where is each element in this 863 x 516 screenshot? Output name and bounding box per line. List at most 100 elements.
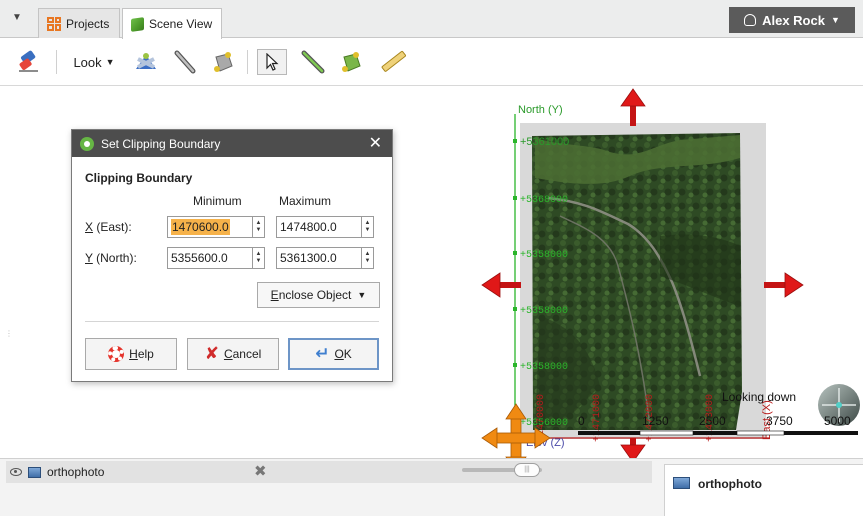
draw-plane-button[interactable] bbox=[130, 49, 162, 75]
scene-cube-icon bbox=[131, 16, 144, 32]
north-tick-marker bbox=[513, 139, 517, 143]
polygon-green-icon bbox=[342, 52, 361, 72]
look-label: Look bbox=[73, 54, 102, 70]
maximum-column-header: Maximum bbox=[279, 194, 332, 208]
y-max-stepper[interactable]: ▲ ▼ bbox=[362, 247, 374, 269]
cancel-button[interactable]: ✘ Cancel bbox=[187, 338, 279, 370]
properties-title: orthophoto bbox=[698, 477, 762, 491]
return-arrow-icon: ↵ bbox=[315, 344, 330, 363]
draw-line-button[interactable] bbox=[170, 49, 200, 75]
image-object-icon bbox=[673, 477, 690, 489]
x-min-input[interactable]: 1470600.0 bbox=[167, 216, 253, 238]
scale-label-3750: 3750 bbox=[766, 414, 793, 428]
scale-label-5000: 5000 bbox=[824, 414, 851, 428]
ruler-tool-button[interactable] bbox=[376, 49, 410, 75]
scene-toolbar: Look ▼ bbox=[0, 39, 863, 86]
red-x-icon: ✘ bbox=[204, 344, 219, 363]
svg-text:+5358000: +5358000 bbox=[520, 362, 568, 373]
move-arrow-right-icon[interactable] bbox=[764, 272, 804, 298]
svg-text:+5358000: +5358000 bbox=[520, 250, 568, 261]
scene-object-row[interactable]: orthophoto ✖ bbox=[6, 461, 652, 483]
north-axis-label: North (Y) bbox=[518, 104, 563, 116]
looking-down-label: Looking down bbox=[722, 390, 796, 404]
dialog-title-bar[interactable]: Set Clipping Boundary ✕ bbox=[72, 130, 392, 157]
scene-object-name: orthophoto bbox=[47, 465, 105, 479]
tab-list-menu-icon[interactable]: ▼ bbox=[12, 12, 22, 23]
cursor-arrow-icon bbox=[266, 53, 279, 71]
visibility-eye-icon[interactable] bbox=[10, 468, 22, 476]
scale-label-1250: 1250 bbox=[642, 414, 669, 428]
y-min-input[interactable]: 5355600.0 bbox=[167, 247, 253, 269]
help-button[interactable]: Help bbox=[85, 338, 177, 370]
cancel-label: Cancel bbox=[223, 347, 262, 361]
eraser-icon bbox=[19, 50, 38, 72]
eraser-tool-button[interactable] bbox=[14, 49, 44, 75]
minimum-column-header: Minimum bbox=[193, 194, 242, 208]
y-min-stepper[interactable]: ▲ ▼ bbox=[253, 247, 265, 269]
toolbar-divider bbox=[247, 50, 248, 74]
look-menu-button[interactable]: Look ▼ bbox=[66, 49, 122, 75]
edit-polygon-button[interactable] bbox=[336, 49, 366, 75]
x-max-input[interactable]: 1474800.0 bbox=[276, 216, 362, 238]
y-max-input[interactable]: 5361300.0 bbox=[276, 247, 362, 269]
ok-label: OK bbox=[334, 347, 352, 361]
ruler-icon bbox=[381, 50, 406, 72]
splitter-grip[interactable]: ⋮ bbox=[5, 329, 13, 338]
dialog-divider bbox=[85, 321, 379, 322]
pencil-line-icon bbox=[174, 50, 196, 74]
x-label-mnemonic: X bbox=[85, 220, 94, 234]
tab-scene-view-label: Scene View bbox=[149, 17, 213, 31]
svg-text:+5368000: +5368000 bbox=[520, 195, 568, 206]
x-max-spinbox[interactable]: 1474800.0 ▲ ▼ bbox=[276, 216, 374, 238]
dialog-title: Set Clipping Boundary bbox=[101, 136, 221, 151]
y-north-label: Y (North): bbox=[85, 251, 137, 265]
chevron-down-icon: ▼ bbox=[357, 290, 367, 300]
x-min-spinbox[interactable]: 1470600.0 ▲ ▼ bbox=[167, 216, 265, 238]
tab-projects[interactable]: Projects bbox=[38, 8, 120, 38]
y-label-mnemonic: Y bbox=[85, 251, 93, 265]
close-icon[interactable]: ✕ bbox=[369, 133, 382, 153]
pencil-green-icon bbox=[301, 50, 325, 74]
polygon-tool-icon bbox=[214, 52, 233, 72]
measure-polygon-button[interactable] bbox=[208, 49, 238, 75]
chevron-down-icon: ▼ bbox=[830, 15, 840, 25]
help-label: Help bbox=[129, 347, 154, 361]
remove-object-icon[interactable]: ✖ bbox=[254, 462, 267, 480]
move-arrow-down-icon[interactable] bbox=[620, 438, 646, 458]
image-object-icon bbox=[28, 466, 41, 478]
user-name: Alex Rock bbox=[762, 12, 825, 28]
ok-button[interactable]: ↵ OK bbox=[288, 338, 379, 370]
draw-polyline-button[interactable] bbox=[296, 49, 328, 75]
svg-text:+5358000: +5358000 bbox=[520, 306, 568, 317]
toolbar-divider bbox=[56, 50, 57, 74]
y-label-text: (North): bbox=[92, 251, 137, 265]
y-min-spinbox[interactable]: 5355600.0 ▲ ▼ bbox=[167, 247, 265, 269]
properties-panel-header: orthophoto bbox=[664, 464, 863, 516]
orthophoto-image bbox=[532, 133, 742, 430]
set-clipping-boundary-dialog: Set Clipping Boundary ✕ Clipping Boundar… bbox=[71, 129, 393, 382]
bottom-panel: ⋯ orthophoto ✖ ||| orthophoto bbox=[0, 457, 863, 516]
draw-plane-icon bbox=[136, 53, 156, 69]
tab-projects-label: Projects bbox=[66, 16, 110, 31]
scale-bar bbox=[578, 430, 858, 436]
user-menu-button[interactable]: Alex Rock ▼ bbox=[729, 7, 855, 33]
move-arrow-up-icon[interactable] bbox=[620, 88, 646, 126]
y-max-spinbox[interactable]: 5361300.0 ▲ ▼ bbox=[276, 247, 374, 269]
enclose-object-button[interactable]: Enclose Object ▼ bbox=[257, 282, 380, 308]
enclose-object-label: Enclose Object bbox=[270, 288, 352, 302]
x-label-text: (East): bbox=[93, 220, 132, 234]
x-max-stepper[interactable]: ▲ ▼ bbox=[362, 216, 374, 238]
tab-scene-view[interactable]: Scene View bbox=[122, 8, 222, 39]
select-tool-button[interactable] bbox=[257, 49, 287, 75]
clipping-boundary-heading: Clipping Boundary bbox=[85, 171, 193, 185]
lifebuoy-icon bbox=[108, 346, 125, 362]
opacity-slider-handle[interactable]: ||| bbox=[514, 463, 540, 477]
x-east-label: X (East): bbox=[85, 220, 132, 234]
projects-grid-icon bbox=[47, 16, 61, 31]
user-icon bbox=[744, 14, 757, 26]
app-window: ▼ Projects Scene View Alex Rock ▼ Look ▼ bbox=[0, 0, 863, 516]
scale-label-0: 0 bbox=[578, 414, 585, 428]
north-tick-label: +5361000 bbox=[520, 136, 569, 148]
x-min-stepper[interactable]: ▲ ▼ bbox=[253, 216, 265, 238]
chevron-down-icon: ▼ bbox=[105, 57, 115, 67]
